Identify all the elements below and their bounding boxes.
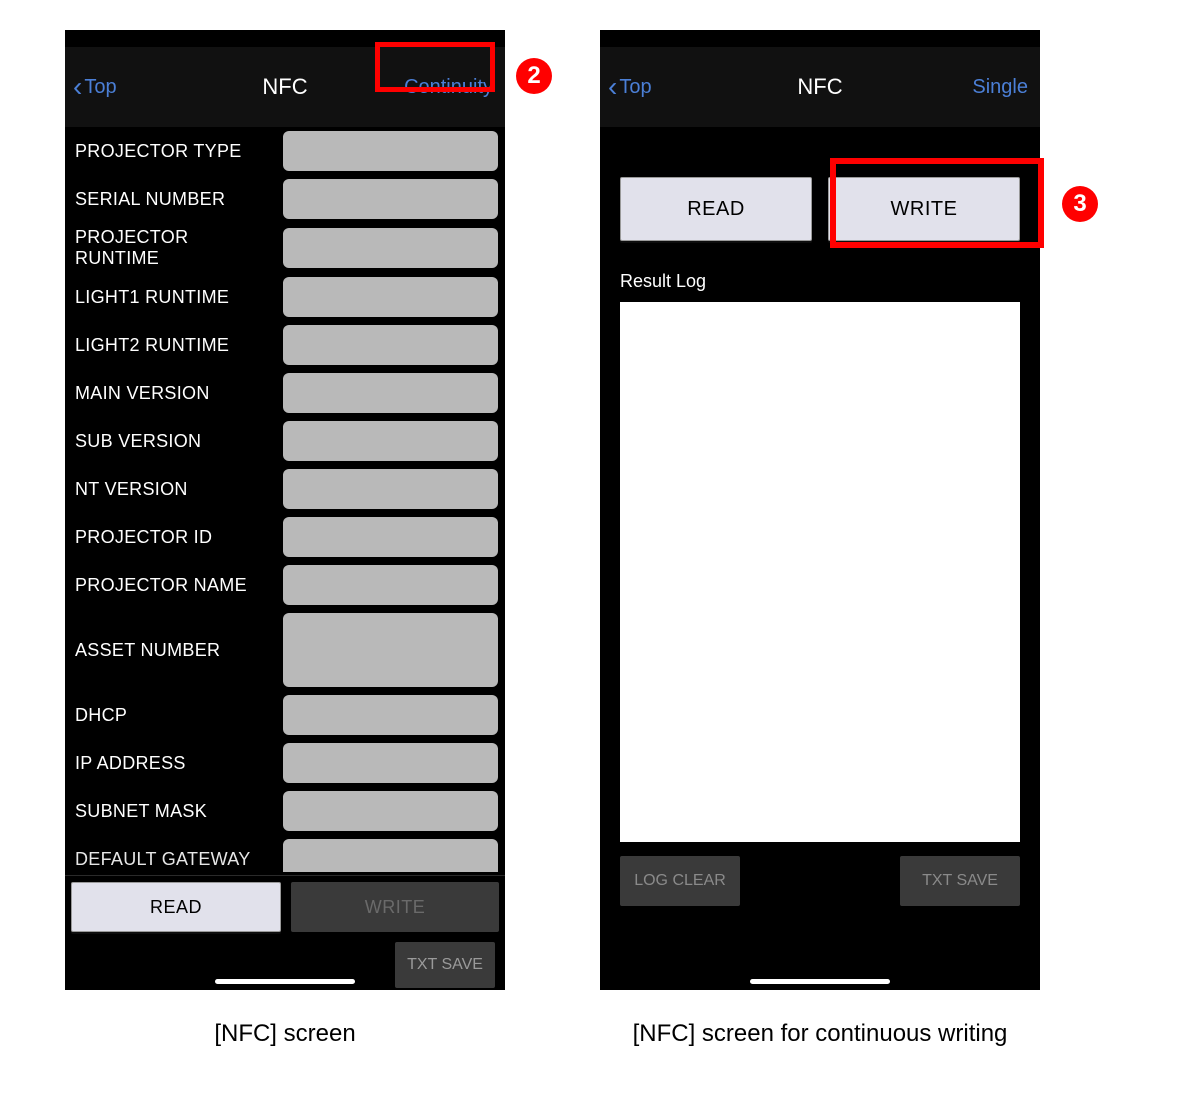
field-row: SUB VERSION bbox=[75, 421, 501, 461]
write-button[interactable]: WRITE bbox=[291, 882, 499, 932]
field-row: LIGHT1 RUNTIME bbox=[75, 277, 501, 317]
field-row: MAIN VERSION bbox=[75, 373, 501, 413]
write-button[interactable]: WRITE bbox=[828, 177, 1020, 241]
field-label: LIGHT2 RUNTIME bbox=[75, 335, 275, 356]
field-input[interactable] bbox=[283, 228, 498, 268]
field-input[interactable] bbox=[283, 421, 498, 461]
field-label: PROJECTOR NAME bbox=[75, 575, 275, 596]
callout-badge-2: 2 bbox=[516, 58, 552, 94]
field-label: SUBNET MASK bbox=[75, 801, 275, 822]
navbar: ‹ Top NFC Continuity bbox=[65, 47, 505, 127]
field-input[interactable] bbox=[283, 743, 498, 783]
field-label: MAIN VERSION bbox=[75, 383, 275, 404]
field-label: PROJECTOR TYPE bbox=[75, 141, 275, 162]
bottom-toolbar: READ WRITE TXT SAVE bbox=[65, 875, 505, 990]
back-button[interactable]: ‹ Top bbox=[608, 73, 718, 101]
txt-save-button[interactable]: TXT SAVE bbox=[395, 942, 495, 988]
field-row: DHCP bbox=[75, 695, 501, 735]
page-title: NFC bbox=[797, 74, 842, 100]
field-row: PROJECTOR ID bbox=[75, 517, 501, 557]
read-button[interactable]: READ bbox=[71, 882, 281, 932]
field-input[interactable] bbox=[283, 325, 498, 365]
fields-list: PROJECTOR TYPE SERIAL NUMBER PROJECTOR RUN… bbox=[65, 127, 505, 872]
field-row: IP ADDRESS bbox=[75, 743, 501, 783]
chevron-left-icon: ‹ bbox=[608, 73, 617, 101]
field-row: ASSET NUMBER bbox=[75, 613, 501, 687]
phone-screen-right: ‹ Top NFC Single READ WRITE Result Log L… bbox=[600, 30, 1040, 990]
field-label: SERIAL NUMBER bbox=[75, 189, 275, 210]
continuous-write-panel: READ WRITE Result Log LOG CLEAR TXT SAVE bbox=[600, 127, 1040, 906]
home-indicator[interactable] bbox=[215, 979, 355, 984]
result-log-label: Result Log bbox=[620, 271, 1020, 292]
back-label: Top bbox=[84, 76, 116, 99]
chevron-left-icon: ‹ bbox=[73, 73, 82, 101]
field-row: LIGHT2 RUNTIME bbox=[75, 325, 501, 365]
phone-screen-left: ‹ Top NFC Continuity PROJECTOR TYPE SERIA… bbox=[65, 30, 505, 990]
field-input[interactable] bbox=[283, 277, 498, 317]
back-label: Top bbox=[619, 76, 651, 99]
field-input[interactable] bbox=[283, 839, 498, 872]
mode-toggle-button[interactable]: Single bbox=[922, 76, 1032, 99]
field-input[interactable] bbox=[283, 565, 498, 605]
field-label: DEFAULT GATEWAY bbox=[75, 849, 275, 870]
field-label: PROJECTOR RUNTIME bbox=[75, 227, 275, 269]
caption-left: [NFC] screen bbox=[65, 1020, 505, 1048]
field-input[interactable] bbox=[283, 791, 498, 831]
field-label: IP ADDRESS bbox=[75, 753, 275, 774]
back-button[interactable]: ‹ Top bbox=[73, 73, 183, 101]
field-label: DHCP bbox=[75, 705, 275, 726]
caption-right: [NFC] screen for continuous writing bbox=[600, 1020, 1040, 1048]
field-label: ASSET NUMBER bbox=[75, 640, 275, 661]
field-input[interactable] bbox=[283, 373, 498, 413]
field-row: PROJECTOR NAME bbox=[75, 565, 501, 605]
field-label: SUB VERSION bbox=[75, 431, 275, 452]
mode-toggle-button[interactable]: Continuity bbox=[387, 76, 497, 99]
field-row: PROJECTOR TYPE bbox=[75, 131, 501, 171]
field-label: PROJECTOR ID bbox=[75, 527, 275, 548]
field-label: NT VERSION bbox=[75, 479, 275, 500]
field-row: SUBNET MASK bbox=[75, 791, 501, 831]
field-row: NT VERSION bbox=[75, 469, 501, 509]
field-row: PROJECTOR RUNTIME bbox=[75, 227, 501, 269]
field-input[interactable] bbox=[283, 517, 498, 557]
field-row: DEFAULT GATEWAY bbox=[75, 839, 501, 872]
result-log-area[interactable] bbox=[620, 302, 1020, 842]
field-input[interactable] bbox=[283, 469, 498, 509]
log-clear-button[interactable]: LOG CLEAR bbox=[620, 856, 740, 906]
home-indicator[interactable] bbox=[750, 979, 890, 984]
read-button[interactable]: READ bbox=[620, 177, 812, 241]
field-row: SERIAL NUMBER bbox=[75, 179, 501, 219]
page-title: NFC bbox=[262, 74, 307, 100]
field-input[interactable] bbox=[283, 131, 498, 171]
field-input[interactable] bbox=[283, 695, 498, 735]
txt-save-button[interactable]: TXT SAVE bbox=[900, 856, 1020, 906]
field-input[interactable] bbox=[283, 613, 498, 687]
navbar: ‹ Top NFC Single bbox=[600, 47, 1040, 127]
field-input[interactable] bbox=[283, 179, 498, 219]
callout-badge-3: 3 bbox=[1062, 186, 1098, 222]
field-label: LIGHT1 RUNTIME bbox=[75, 287, 275, 308]
